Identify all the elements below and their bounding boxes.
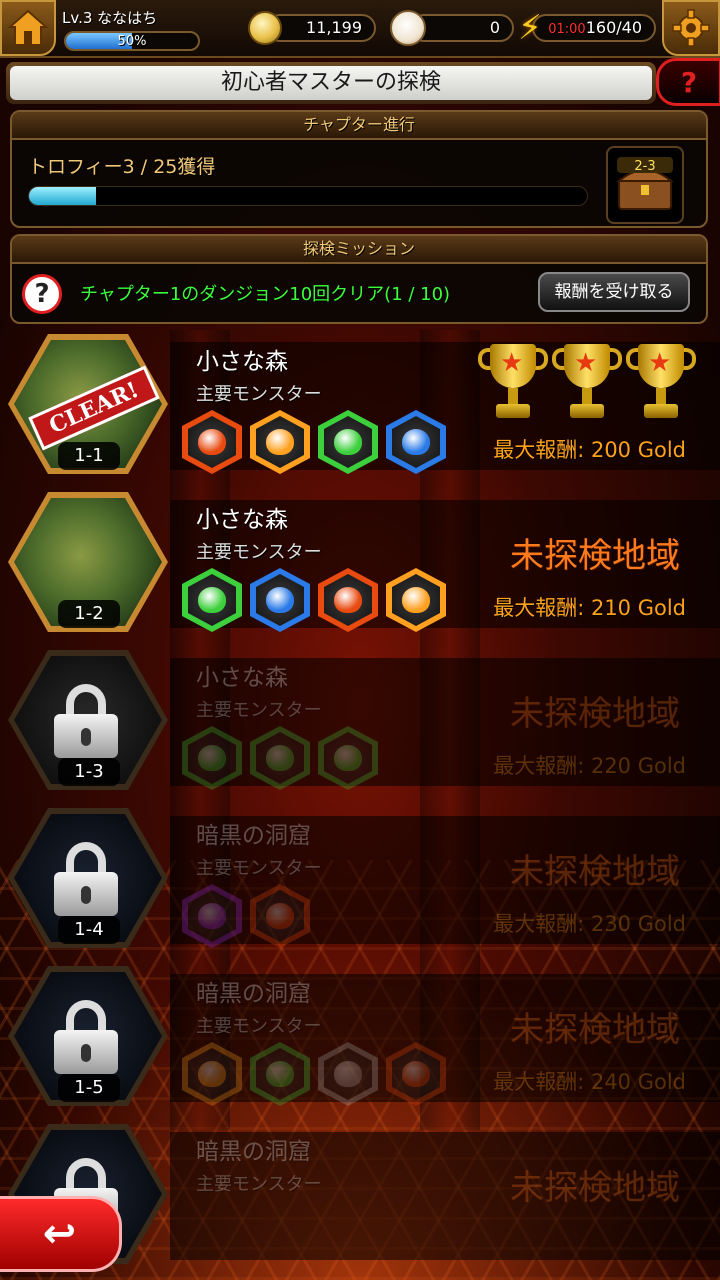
monster-icon — [250, 410, 310, 474]
dungeon-name: 小さな森 — [196, 349, 288, 375]
gear-icon — [672, 9, 710, 47]
question-icon: ? — [680, 65, 698, 99]
max-reward: 最大報酬: 230 Gold — [493, 912, 686, 936]
monster-icon — [182, 1042, 242, 1106]
chapter-progress-bar — [28, 186, 588, 206]
page-title: 初心者マスターの探検 — [10, 66, 652, 100]
mission-description: チャプター1のダンジョン10回クリア(1 / 10) — [80, 284, 451, 305]
settings-button[interactable] — [662, 0, 720, 56]
monster-list — [182, 1042, 446, 1106]
monster-list — [182, 884, 310, 948]
monster-icon — [318, 1042, 378, 1106]
back-arrow-icon: ↩ — [42, 1211, 77, 1257]
gold-coin-icon — [248, 11, 282, 45]
stamina-value: 160/40 — [585, 18, 642, 37]
unexplored-label: 未探検地域 — [510, 1010, 680, 1050]
monster-icon — [318, 726, 378, 790]
xp-bar: 50% — [64, 31, 200, 51]
monster-icon — [250, 884, 310, 948]
stage-number: 1-3 — [58, 758, 120, 786]
dungeon-row-1-1[interactable]: CLEAR! 1-1 小さな森 主要モンスター ★ ★ ★ 最大報酬: 200 Gold — [0, 334, 720, 476]
main-monsters-label: 主要モンスター — [196, 1016, 322, 1037]
max-reward: 最大報酬: 200 Gold — [493, 438, 686, 462]
dungeon-row-1-4: 1-4 暗黒の洞窟主要モンスター 未探検地域最大報酬: 230 Gold — [0, 808, 720, 950]
monster-icon — [182, 726, 242, 790]
stamina-timer: 01:00 — [548, 22, 586, 37]
trophy-rating: ★ ★ ★ — [478, 340, 696, 436]
dungeon-row-1-5: 1-5 暗黒の洞窟主要モンスター 未探検地域最大報酬: 240 Gold — [0, 966, 720, 1108]
back-button[interactable]: ↩ — [0, 1196, 122, 1272]
monster-icon — [318, 410, 378, 474]
mission-info-icon[interactable]: ? — [22, 274, 62, 314]
home-icon — [8, 9, 48, 46]
top-status-bar: Lv.3 ななはち 50% 11,199 0 01:00160/40 ⚡ — [0, 0, 720, 58]
monster-icon — [182, 410, 242, 474]
chapter-reward-chest-button[interactable]: 2-3 — [606, 146, 684, 224]
monster-icon — [182, 884, 242, 948]
help-button[interactable]: ? — [656, 58, 720, 106]
main-monsters-label: 主要モンスター — [196, 384, 322, 405]
monster-icon — [386, 1042, 446, 1106]
main-monsters-label: 主要モンスター — [196, 1174, 322, 1195]
chapter-progress-fill — [29, 187, 96, 205]
chapter-progress-panel: チャプター進行 トロフィー3 / 25獲得 2-3 — [10, 110, 708, 228]
unexplored-label: 未探検地域 — [510, 852, 680, 892]
lightning-bolt-icon: ⚡ — [518, 8, 542, 48]
monster-list — [182, 410, 446, 474]
monster-icon — [250, 568, 310, 632]
trophy-count: トロフィー3 / 25獲得 — [28, 156, 216, 178]
stamina-counter: 01:00160/40 — [532, 14, 656, 42]
monster-icon — [182, 568, 242, 632]
mission-panel: 探検ミッション ? チャプター1のダンジョン10回クリア(1 / 10) 報酬を… — [10, 234, 708, 324]
trophy-icon: ★ — [478, 340, 548, 436]
monster-icon — [386, 410, 446, 474]
dungeon-name: 暗黒の洞窟 — [196, 823, 311, 849]
max-reward: 最大報酬: 240 Gold — [493, 1070, 686, 1094]
stage-number: 1-4 — [58, 916, 120, 944]
lock-icon — [54, 1000, 118, 1074]
egg-icon — [390, 10, 426, 46]
home-button[interactable] — [0, 0, 56, 56]
dungeon-row-1-3: 1-3 小さな森主要モンスター 未探検地域最大報酬: 220 Gold — [0, 650, 720, 792]
stage-number: 1-5 — [58, 1074, 120, 1102]
trophy-icon: ★ — [626, 340, 696, 436]
monster-list — [182, 568, 446, 632]
stage-number: 1-2 — [58, 600, 120, 628]
lock-icon — [54, 684, 118, 758]
unexplored-label: 未探検地域 — [510, 536, 680, 576]
dungeon-name: 小さな森 — [196, 665, 288, 691]
main-monsters-label: 主要モンスター — [196, 858, 322, 879]
dungeon-row-1-2[interactable]: 1-2 小さな森主要モンスター 未探検地域最大報酬: 210 Gold — [0, 492, 720, 634]
main-monsters-label: 主要モンスター — [196, 542, 322, 563]
player-level: Lv.3 ななはち — [62, 9, 158, 27]
chest-badge: 2-3 — [634, 159, 655, 174]
trophy-icon: ★ — [552, 340, 622, 436]
chapter-progress-header: チャプター進行 — [12, 112, 706, 140]
monster-list — [182, 726, 378, 790]
monster-icon — [250, 726, 310, 790]
xp-percent: 50% — [117, 34, 147, 49]
lock-icon — [54, 842, 118, 916]
title-bar: 初心者マスターの探検 — [6, 62, 656, 104]
treasure-chest-icon: 2-3 — [616, 157, 674, 210]
stage-number: 1-1 — [58, 442, 120, 470]
player-name: ななはち — [97, 9, 158, 27]
dungeon-name: 暗黒の洞窟 — [196, 1139, 311, 1165]
max-reward: 最大報酬: 210 Gold — [493, 596, 686, 620]
gold-counter: 11,199 — [266, 14, 376, 42]
monster-icon — [318, 568, 378, 632]
mission-header: 探検ミッション — [12, 236, 706, 264]
unexplored-label: 未探検地域 — [510, 1168, 680, 1208]
monster-icon — [386, 568, 446, 632]
main-monsters-label: 主要モンスター — [196, 700, 322, 721]
unexplored-label: 未探検地域 — [510, 694, 680, 734]
dungeon-name: 暗黒の洞窟 — [196, 981, 311, 1007]
max-reward: 最大報酬: 220 Gold — [493, 754, 686, 778]
monster-icon — [250, 1042, 310, 1106]
dungeon-name: 小さな森 — [196, 507, 288, 533]
claim-reward-button[interactable]: 報酬を受け取る — [538, 272, 690, 312]
